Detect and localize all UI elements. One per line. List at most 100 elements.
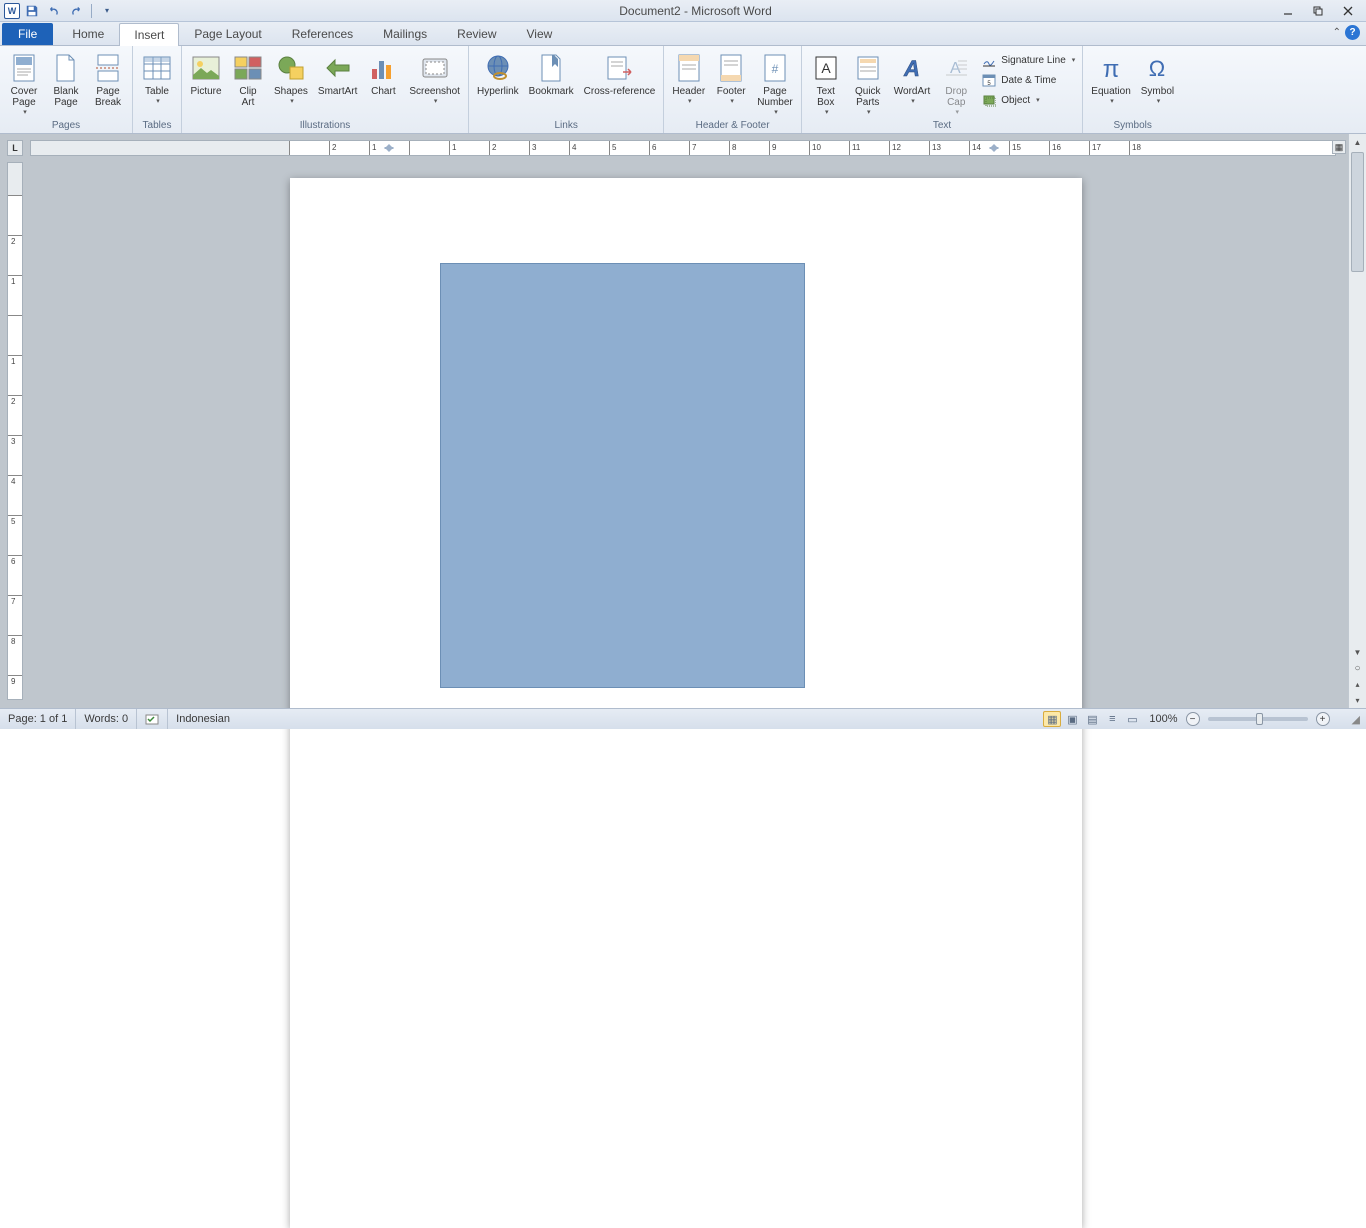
ruler-toggle-icon[interactable]: ▦	[1332, 140, 1346, 154]
save-icon[interactable]	[22, 2, 42, 20]
cover-page-button[interactable]: Cover Page	[4, 50, 44, 118]
vertical-scrollbar[interactable]: ▲ ▼ ○ ▴ ▾	[1348, 134, 1366, 708]
group-label-links: Links	[473, 119, 659, 133]
vertical-ruler[interactable]: 21 12 345 678 91011	[7, 162, 23, 700]
cross-reference-icon	[604, 52, 636, 84]
document-page[interactable]	[290, 178, 1082, 1228]
status-proofing[interactable]	[137, 709, 168, 729]
tab-references[interactable]: References	[277, 22, 368, 45]
picture-button[interactable]: Picture	[186, 50, 226, 99]
close-button[interactable]	[1334, 2, 1362, 20]
group-label-header-footer: Header & Footer	[668, 119, 796, 133]
equation-icon: π	[1095, 52, 1127, 84]
quick-parts-icon	[852, 52, 884, 84]
blank-page-icon	[50, 52, 82, 84]
zoom-out-button[interactable]: −	[1186, 712, 1200, 726]
rectangle-shape[interactable]	[440, 263, 805, 688]
group-label-pages: Pages	[4, 119, 128, 133]
symbol-icon: Ω	[1141, 52, 1173, 84]
text-box-button[interactable]: A Text Box	[806, 50, 846, 118]
table-icon	[141, 52, 173, 84]
header-button[interactable]: Header	[668, 50, 709, 107]
chart-icon	[367, 52, 399, 84]
page-number-icon: #	[759, 52, 791, 84]
help-icon[interactable]: ?	[1345, 25, 1360, 40]
word-app-icon[interactable]: W	[4, 3, 20, 19]
full-screen-view-icon[interactable]: ▣	[1063, 711, 1081, 727]
scroll-down-arrow[interactable]: ▼	[1349, 644, 1366, 660]
shapes-button[interactable]: Shapes	[270, 50, 312, 107]
text-box-icon: A	[810, 52, 842, 84]
bookmark-button[interactable]: Bookmark	[525, 50, 578, 99]
screenshot-button[interactable]: Screenshot	[405, 50, 464, 107]
ribbon-tabs: File Home Insert Page Layout References …	[0, 22, 1366, 46]
status-language[interactable]: Indonesian	[168, 709, 238, 729]
print-layout-view-icon[interactable]: ▦	[1043, 711, 1061, 727]
maximize-button[interactable]	[1304, 2, 1332, 20]
title-bar: W ▾ Document2 - Microsoft Word	[0, 0, 1366, 22]
drop-cap-button[interactable]: A Drop Cap	[936, 50, 976, 118]
minimize-button[interactable]	[1274, 2, 1302, 20]
next-page-icon[interactable]: ▾	[1349, 692, 1366, 708]
date-time-icon: 5	[981, 72, 997, 88]
page-break-button[interactable]: Page Break	[88, 50, 128, 110]
tab-review[interactable]: Review	[442, 22, 511, 45]
cross-reference-button[interactable]: Cross-reference	[580, 50, 660, 99]
group-pages: Cover Page Blank Page Page Break Pages	[0, 46, 133, 133]
svg-text:A: A	[821, 60, 831, 76]
scroll-thumb[interactable]	[1351, 152, 1364, 272]
draft-view-icon[interactable]: ▭	[1123, 711, 1141, 727]
page-number-button[interactable]: # Page Number	[753, 50, 797, 118]
zoom-slider-knob[interactable]	[1256, 713, 1263, 725]
svg-text:π: π	[1103, 56, 1120, 82]
web-layout-view-icon[interactable]: ▤	[1083, 711, 1101, 727]
symbol-button[interactable]: Ω Symbol	[1137, 50, 1178, 107]
hyperlink-button[interactable]: Hyperlink	[473, 50, 523, 99]
group-label-symbols: Symbols	[1087, 119, 1178, 133]
equation-button[interactable]: π Equation	[1087, 50, 1134, 107]
qat-customize-icon[interactable]: ▾	[97, 2, 117, 20]
shapes-icon	[275, 52, 307, 84]
resize-grip-icon[interactable]: ◢	[1352, 713, 1360, 726]
group-symbols: π Equation Ω Symbol Symbols	[1083, 46, 1182, 133]
blank-page-button[interactable]: Blank Page	[46, 50, 86, 110]
zoom-slider[interactable]	[1208, 717, 1308, 721]
cover-page-icon	[8, 52, 40, 84]
horizontal-ruler[interactable]: 21 12 345 678 91011 121314 151617 18	[30, 140, 1336, 156]
browse-object-icon[interactable]: ○	[1349, 660, 1366, 676]
wordart-icon: A	[896, 52, 928, 84]
group-tables: Table Tables	[133, 46, 182, 133]
tab-page-layout[interactable]: Page Layout	[179, 22, 276, 45]
clipart-button[interactable]: Clip Art	[228, 50, 268, 110]
status-words[interactable]: Words: 0	[76, 709, 137, 729]
tab-home[interactable]: Home	[57, 22, 119, 45]
redo-icon[interactable]	[66, 2, 86, 20]
group-label-illustrations: Illustrations	[186, 119, 464, 133]
object-button[interactable]: Object	[978, 90, 1078, 110]
drop-cap-icon: A	[940, 52, 972, 84]
chart-button[interactable]: Chart	[363, 50, 403, 99]
status-page[interactable]: Page: 1 of 1	[0, 709, 76, 729]
scroll-up-arrow[interactable]: ▲	[1349, 134, 1366, 150]
signature-line-button[interactable]: Signature Line	[978, 50, 1078, 70]
footer-button[interactable]: Footer	[711, 50, 751, 107]
outline-view-icon[interactable]: ≡	[1103, 711, 1121, 727]
tab-view[interactable]: View	[512, 22, 568, 45]
tab-selector[interactable]: L	[7, 140, 23, 156]
wordart-button[interactable]: A WordArt	[890, 50, 935, 107]
group-header-footer: Header Footer # Page Number Header & Foo…	[664, 46, 801, 133]
date-time-button[interactable]: 5 Date & Time	[978, 70, 1078, 90]
zoom-in-button[interactable]: +	[1316, 712, 1330, 726]
zoom-level[interactable]: 100%	[1149, 713, 1177, 725]
file-tab[interactable]: File	[2, 23, 53, 45]
tab-insert[interactable]: Insert	[119, 23, 179, 46]
document-area: L 21 12 345 678 91011 121314 151617 18 2…	[0, 134, 1366, 708]
undo-icon[interactable]	[44, 2, 64, 20]
group-illustrations: Picture Clip Art Shapes SmartArt Chart S…	[182, 46, 469, 133]
table-button[interactable]: Table	[137, 50, 177, 107]
quick-parts-button[interactable]: Quick Parts	[848, 50, 888, 118]
prev-page-icon[interactable]: ▴	[1349, 676, 1366, 692]
minimize-ribbon-icon[interactable]: ⌃	[1333, 27, 1341, 38]
tab-mailings[interactable]: Mailings	[368, 22, 442, 45]
smartart-button[interactable]: SmartArt	[314, 50, 361, 99]
